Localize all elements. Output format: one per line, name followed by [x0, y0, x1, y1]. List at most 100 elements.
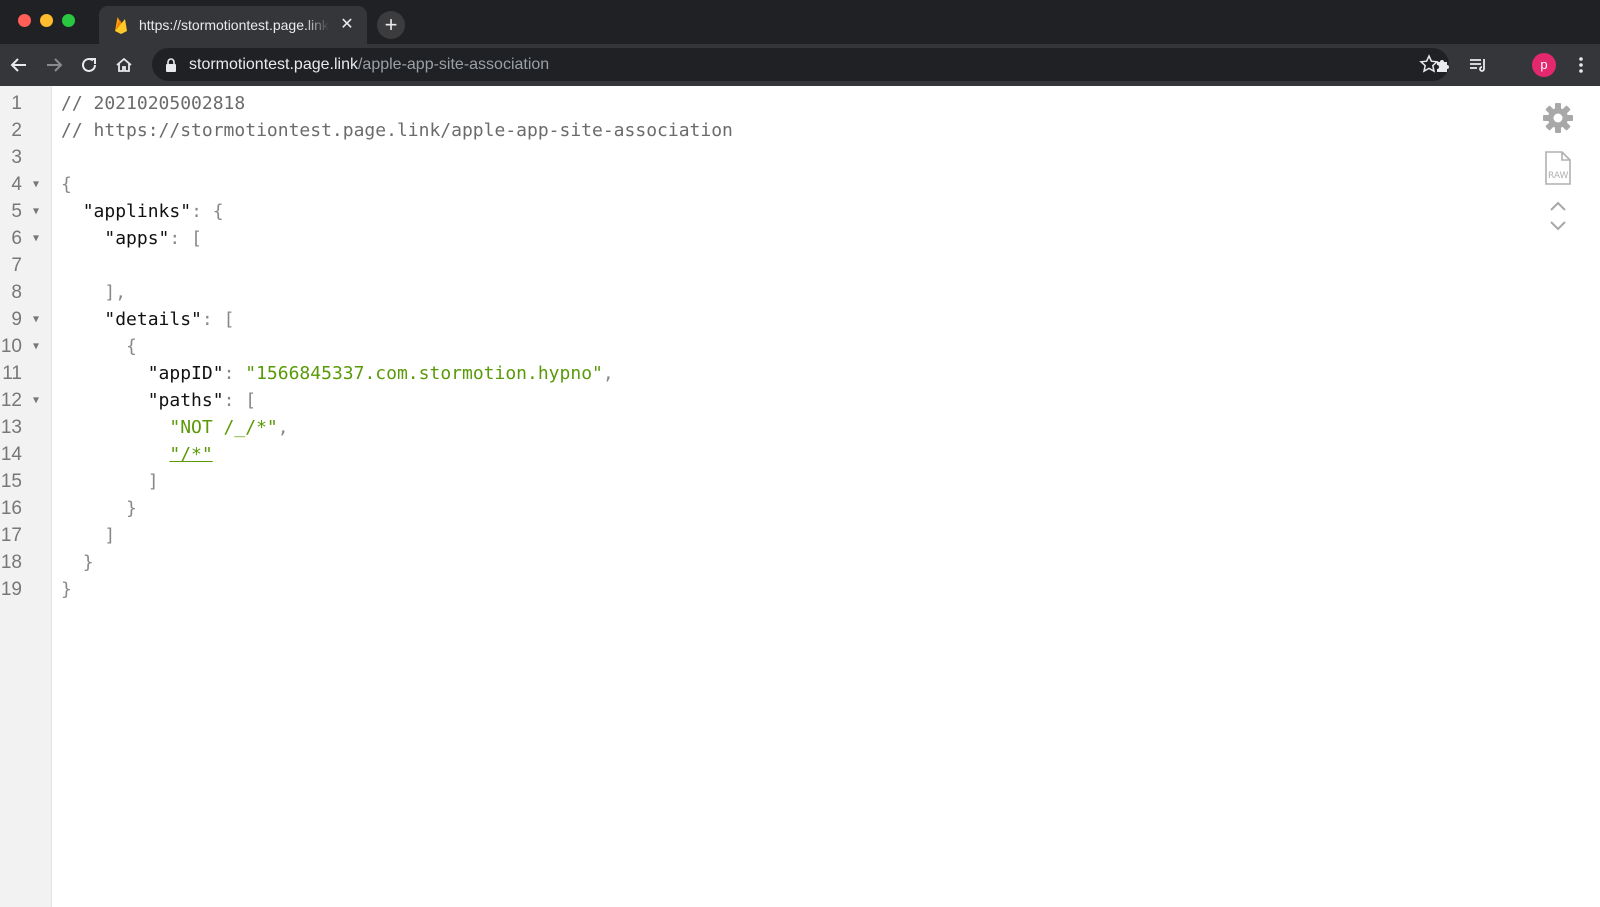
- code-line: 18 }: [0, 549, 1500, 576]
- code-token: }: [126, 498, 137, 519]
- code-token: "1566845337.com.stormotion.hypno": [245, 363, 603, 384]
- line-number: 13: [0, 417, 22, 438]
- code-token: "appID": [147, 363, 224, 384]
- tab-strip: https://stormotiontest.page.link ✕ +: [0, 0, 1600, 44]
- code-token: // https://stormotiontest.page.link/appl…: [61, 120, 733, 141]
- fold-toggle-icon[interactable]: ▼: [33, 171, 39, 198]
- code-text: "details": [: [61, 306, 234, 333]
- svg-text:RAW: RAW: [1548, 171, 1569, 181]
- line-number: 5: [11, 201, 22, 222]
- code-line: 12 ▼ "paths": [: [0, 387, 1500, 414]
- code-text: "NOT /_/*",: [61, 414, 289, 441]
- code-token: ,: [277, 417, 289, 438]
- code-line: 1 // 20210205002818: [0, 90, 1500, 117]
- profile-avatar[interactable]: p: [1532, 53, 1556, 77]
- code-token: "details": [104, 309, 202, 330]
- code-text: }: [61, 495, 137, 522]
- new-tab-button[interactable]: +: [377, 11, 405, 39]
- line-number: 14: [0, 444, 22, 465]
- forward-icon[interactable]: [40, 51, 68, 79]
- line-number: 15: [0, 471, 22, 492]
- code-text: {: [61, 171, 72, 198]
- line-number: 3: [11, 147, 22, 168]
- code-token[interactable]: "/*": [169, 444, 212, 465]
- code-token: "paths": [147, 390, 224, 411]
- code-token: }: [61, 579, 72, 600]
- code-line: 10 ▼ {: [0, 333, 1500, 360]
- code-token: "NOT /_/*": [169, 417, 278, 438]
- browser-toolbar: stormotiontest.page.link/apple-app-site-…: [0, 44, 1600, 86]
- code-line: 2 // https://stormotiontest.page.link/app…: [0, 117, 1500, 144]
- code-text: ]: [61, 522, 115, 549]
- gear-icon[interactable]: [1540, 100, 1576, 136]
- code-token: : [: [201, 309, 235, 330]
- code-text: "paths": [: [61, 387, 256, 414]
- code-text: "apps": [: [61, 225, 202, 252]
- code-text: {: [61, 333, 137, 360]
- code-line: 11 "appID": "1566845337.com.stormotion.h…: [0, 360, 1500, 387]
- browser-tab[interactable]: https://stormotiontest.page.link ✕: [99, 6, 367, 44]
- code-line: 19}: [0, 576, 1500, 603]
- line-number: 7: [11, 255, 22, 276]
- code-token: "apps": [104, 228, 170, 249]
- code-token: :: [223, 363, 246, 384]
- tab-close-icon[interactable]: ✕: [337, 15, 357, 35]
- code-line: 6 ▼ "apps": [: [0, 225, 1500, 252]
- window-maximize-button[interactable]: [62, 14, 75, 27]
- line-number: 11: [2, 363, 22, 384]
- code-text: }: [61, 576, 72, 603]
- code-token: ],: [104, 282, 127, 303]
- address-bar[interactable]: stormotiontest.page.link/apple-app-site-…: [152, 48, 1449, 81]
- fold-toggle-icon[interactable]: ▼: [33, 306, 39, 333]
- code-line: 4 ▼ {: [0, 171, 1500, 198]
- url-host: stormotiontest.page.link: [189, 56, 358, 73]
- line-number: 18: [0, 552, 22, 573]
- home-icon[interactable]: [110, 51, 138, 79]
- code-line: 14 "/*": [0, 441, 1500, 468]
- extensions-icon[interactable]: [1429, 51, 1457, 79]
- code-text: // https://stormotiontest.page.link/appl…: [61, 117, 733, 144]
- fold-toggle-icon[interactable]: ▼: [33, 387, 39, 414]
- code-text: }: [61, 549, 94, 576]
- code-token: ,: [602, 363, 614, 384]
- code-token: // 20210205002818: [61, 93, 246, 114]
- code-text: "appID": "1566845337.com.stormotion.hypn…: [61, 360, 614, 387]
- line-number: 4: [11, 174, 22, 195]
- line-number: 9: [11, 309, 22, 330]
- window-close-button[interactable]: [18, 14, 31, 27]
- json-viewer: 1 // 20210205002818 2 // https://stormotion…: [0, 90, 1500, 603]
- fold-toggle-icon[interactable]: ▼: [33, 333, 39, 360]
- chevron-down-icon[interactable]: [1540, 218, 1576, 234]
- code-token: }: [82, 552, 94, 573]
- code-token: ]: [104, 525, 116, 546]
- code-token: : [: [169, 228, 202, 249]
- line-number: 17: [0, 525, 22, 546]
- line-number: 8: [11, 282, 22, 303]
- code-line: 17 ]: [0, 522, 1500, 549]
- reading-list-icon[interactable]: [1464, 51, 1492, 79]
- chevron-up-icon[interactable]: [1540, 198, 1576, 214]
- code-line: 13 "NOT /_/*",: [0, 414, 1500, 441]
- code-text: "applinks": {: [61, 198, 224, 225]
- fold-toggle-icon[interactable]: ▼: [33, 225, 39, 252]
- code-text: "/*": [61, 441, 212, 468]
- window-minimize-button[interactable]: [40, 14, 53, 27]
- code-text: ],: [61, 279, 126, 306]
- menu-kebab-icon[interactable]: [1567, 51, 1595, 79]
- firebase-icon: [115, 17, 127, 34]
- fold-toggle-icon[interactable]: ▼: [33, 198, 39, 225]
- code-line: 15 ]: [0, 468, 1500, 495]
- raw-icon[interactable]: RAW: [1540, 148, 1576, 188]
- back-icon[interactable]: [5, 51, 33, 79]
- reload-icon[interactable]: [75, 51, 103, 79]
